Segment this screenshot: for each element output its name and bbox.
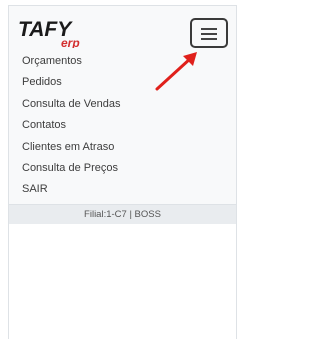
nav-menu: Orçamentos Pedidos Consulta de Vendas Co… xyxy=(22,51,120,201)
branch-info-text: Filial:1-C7 | BOSS xyxy=(84,209,161,220)
nav-item-consulta-de-precos[interactable]: Consulta de Preços xyxy=(22,158,120,179)
app-frame: TAFY erp Orçamentos Pedidos Consulta de … xyxy=(8,5,237,339)
arrow-up-right-icon xyxy=(155,52,197,91)
nav-item-sair[interactable]: SAIR xyxy=(22,179,120,200)
nav-item-contatos[interactable]: Contatos xyxy=(22,115,120,136)
logo-sub-text: erp xyxy=(61,36,80,48)
nav-item-consulta-de-vendas[interactable]: Consulta de Vendas xyxy=(22,94,120,115)
nav-item-pedidos[interactable]: Pedidos xyxy=(22,72,120,93)
tafy-erp-logo[interactable]: TAFY erp xyxy=(17,16,87,48)
navbar: TAFY erp Orçamentos Pedidos Consulta de … xyxy=(9,6,236,204)
nav-item-clientes-em-atraso[interactable]: Clientes em Atraso xyxy=(22,137,120,158)
navbar-toggler-button[interactable] xyxy=(190,18,228,48)
nav-item-orcamentos[interactable]: Orçamentos xyxy=(22,51,120,72)
branch-footer: Filial:1-C7 | BOSS xyxy=(9,204,236,224)
